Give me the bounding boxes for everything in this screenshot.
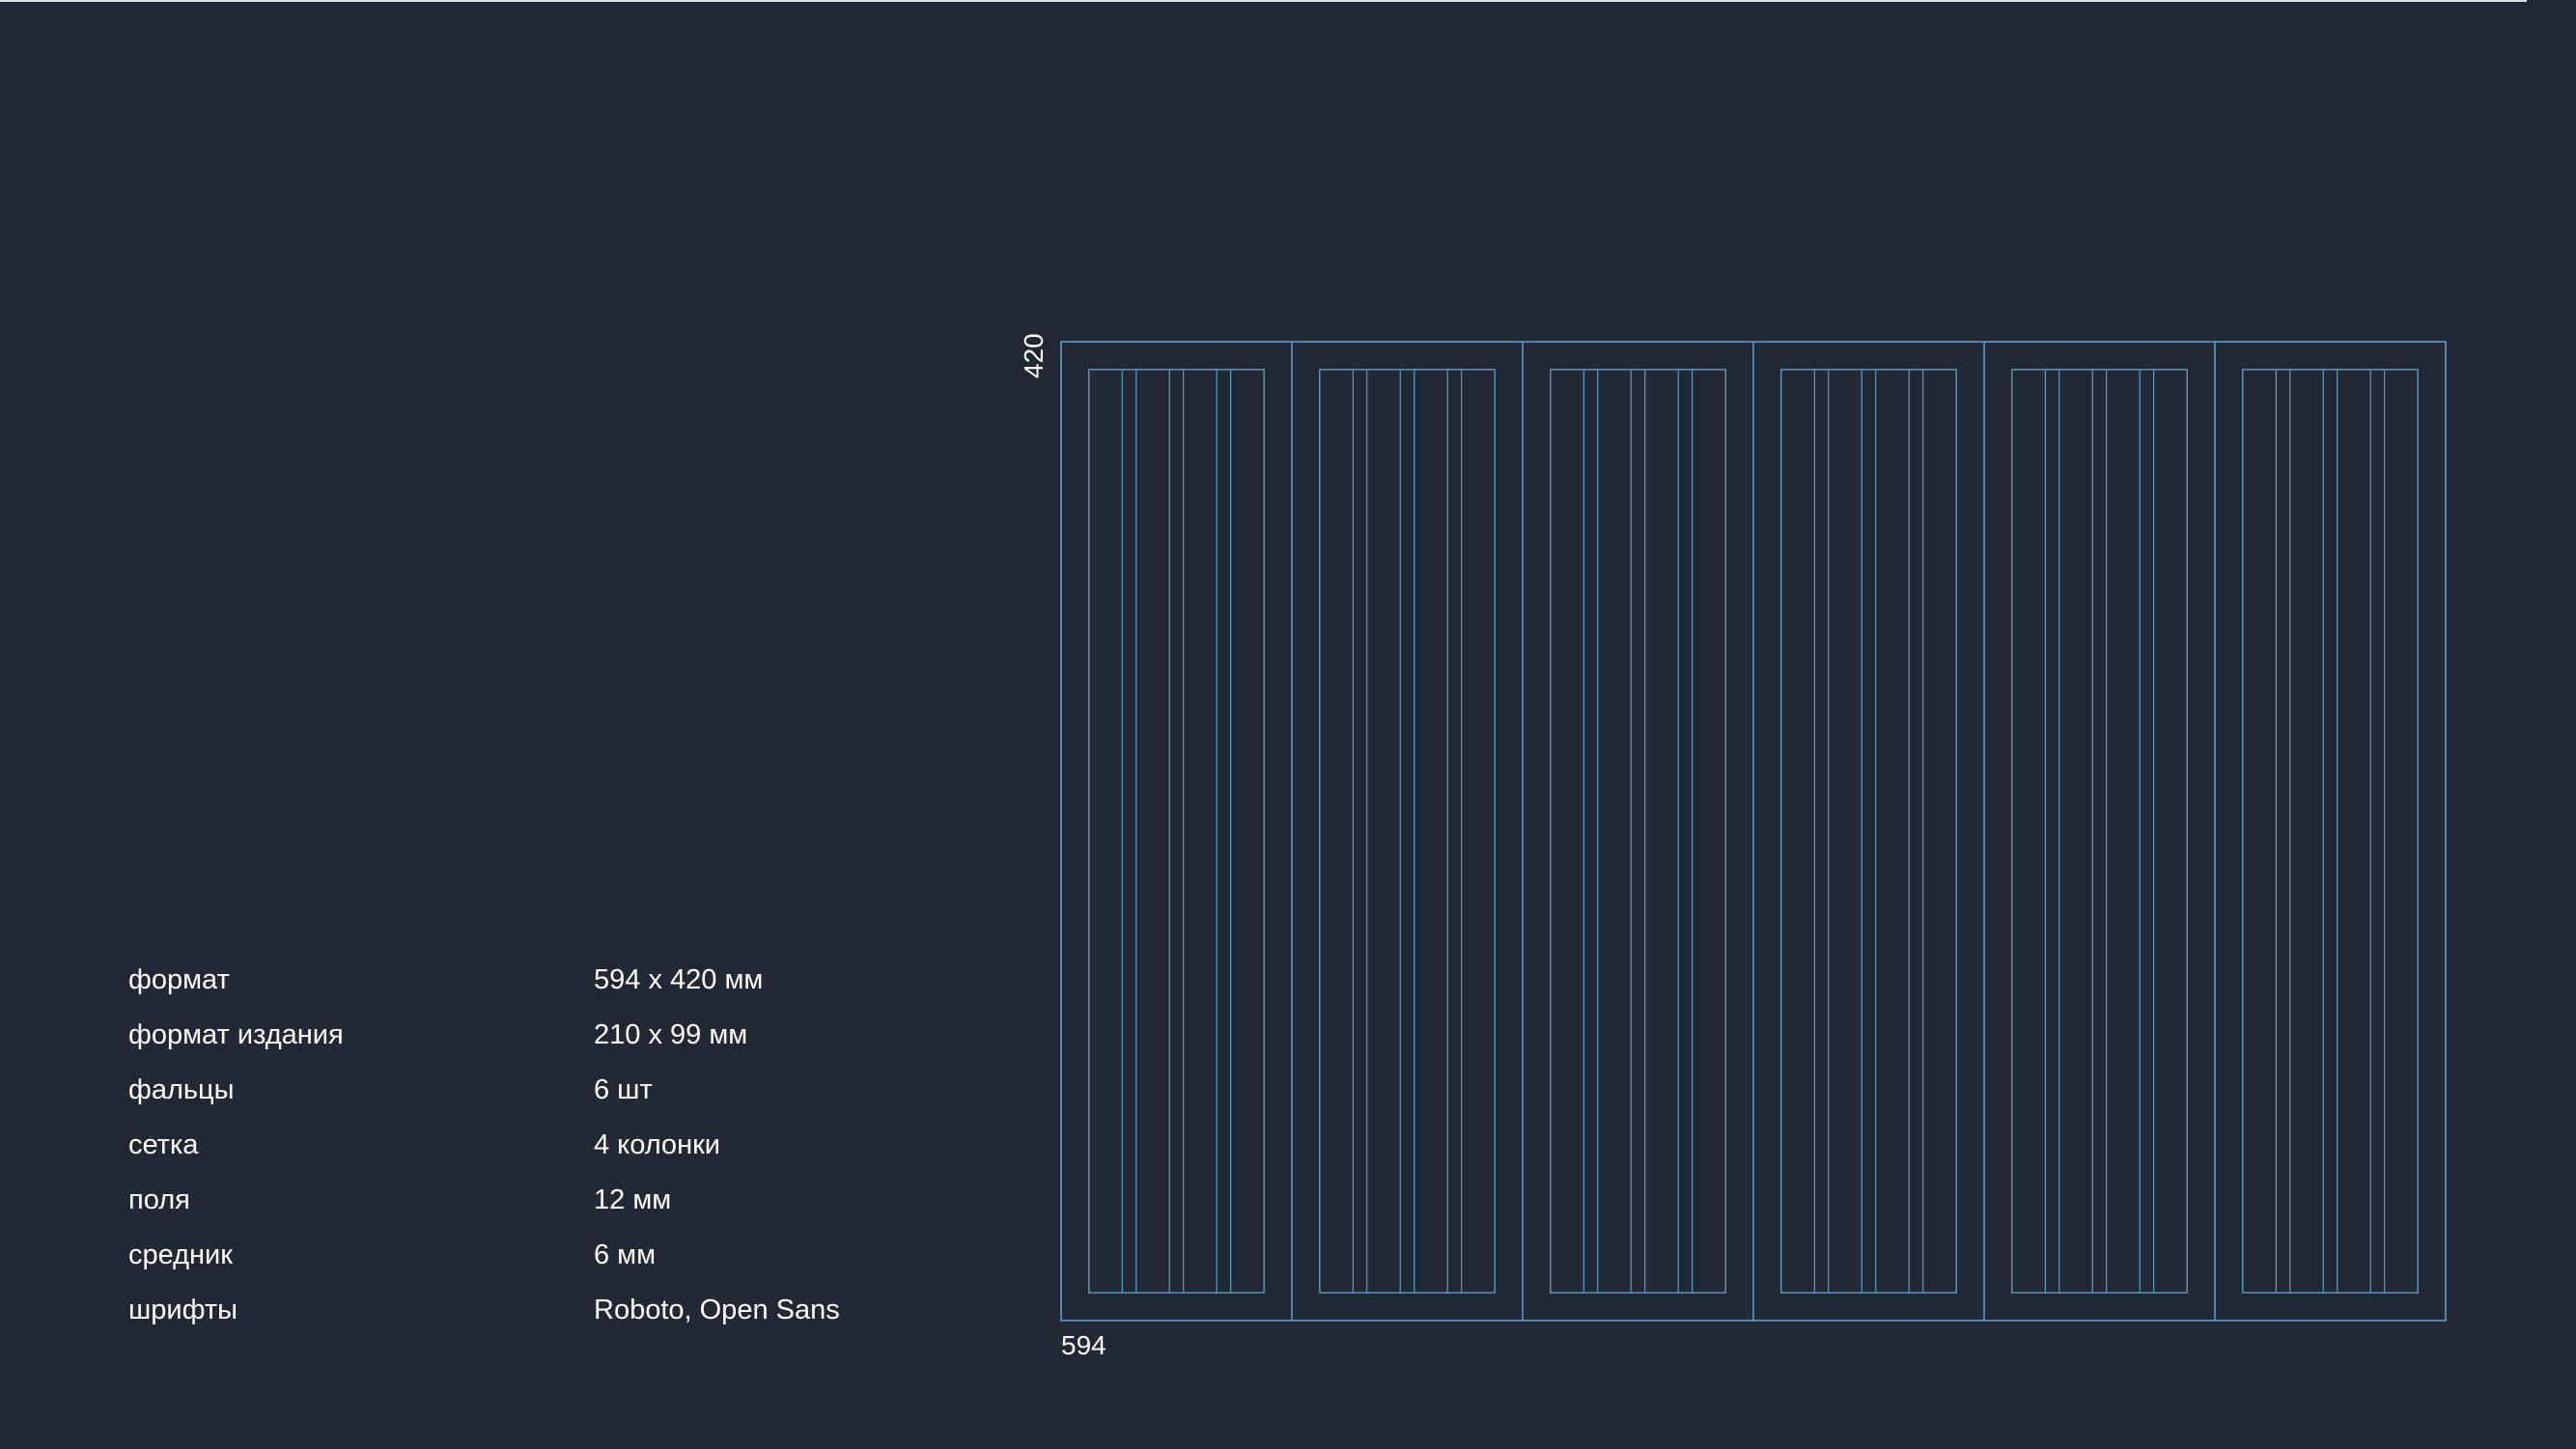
spec-label: шрифты <box>128 1295 238 1325</box>
panel-margin-box <box>1319 369 1496 1294</box>
spec-value: 12 мм <box>594 1184 672 1215</box>
layout-diagram: 420 594 <box>1004 328 2491 1380</box>
spec-label: формат издания <box>128 1019 344 1050</box>
top-rule <box>0 0 2527 2</box>
panel-margin-box <box>1088 369 1265 1294</box>
spec-label: средник <box>128 1240 233 1270</box>
spec-value: 594 x 420 мм <box>594 964 764 995</box>
panel-margin-box <box>1550 369 1726 1294</box>
spec-row-gutter: средник 6 мм <box>128 1236 901 1274</box>
panel-margin-box <box>1780 369 1957 1294</box>
spec-row-folds: фальцы 6 шт <box>128 1071 901 1109</box>
width-dimension-label: 594 <box>1061 1330 1106 1360</box>
spec-row-edition-format: формат издания 210 x 99 мм <box>128 1016 901 1054</box>
spec-value: 210 x 99 мм <box>594 1019 748 1050</box>
spec-value: 6 мм <box>594 1240 657 1270</box>
panel-margin-box <box>2011 369 2188 1294</box>
spec-label: поля <box>128 1184 190 1215</box>
spec-value: 4 колонки <box>594 1129 720 1160</box>
spec-label: сетка <box>128 1129 199 1160</box>
spec-row-margins: поля 12 мм <box>128 1181 901 1219</box>
panel-margin-box <box>2242 369 2419 1294</box>
spec-value: 6 шт <box>594 1074 653 1105</box>
sheet-grid-drawing <box>1060 341 2447 1322</box>
spec-row-grid: сетка 4 колонки <box>128 1126 901 1164</box>
spec-row-format: формат 594 x 420 мм <box>128 961 901 999</box>
spec-label: формат <box>128 964 230 995</box>
spec-label: фальцы <box>128 1074 235 1105</box>
spec-value: Roboto, Open Sans <box>594 1295 840 1325</box>
spec-row-fonts: шрифты Roboto, Open Sans <box>128 1291 901 1329</box>
